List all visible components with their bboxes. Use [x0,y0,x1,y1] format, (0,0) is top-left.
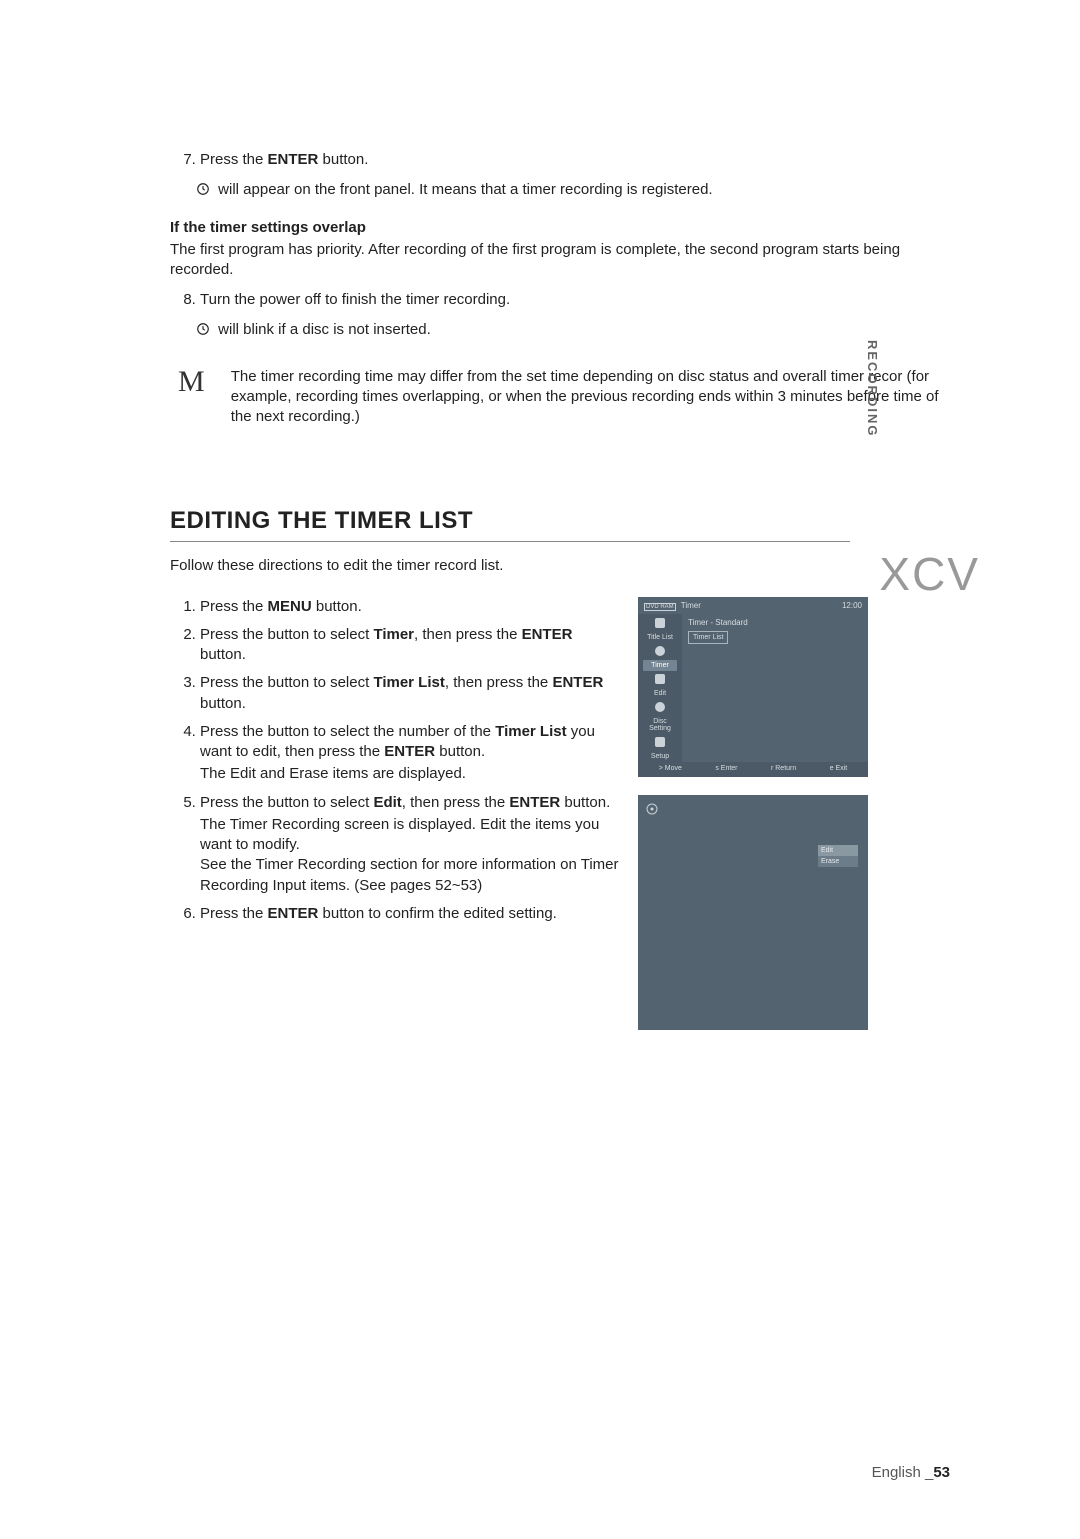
s4: Press the button to select the number of… [200,723,595,760]
step-7: Press the ENTER button. [200,150,950,170]
t: Press the [200,151,268,168]
fig1-footer: > Move s Enter r Return e Exit [638,762,868,777]
figure-edit-erase: Edit Erase [638,795,868,1030]
step-4: Press the button to select the number of… [200,722,620,785]
menu-item-edit: Edit [818,845,858,856]
step-7-text: Press the ENTER button. [200,151,368,168]
two-column-area: XCV Press the MENU button. Press the but… [170,587,950,1030]
s1: Press the MENU button. [200,598,362,615]
step-5: Press the button to select Edit, then pr… [200,793,620,896]
clock-icon [196,322,210,336]
section-rule [170,541,850,542]
side-item: Disc Setting [643,716,677,734]
t: Turn the power off to finish the timer r… [200,291,510,308]
t: Timer [681,601,701,610]
side-item: Title List [643,632,677,643]
figure-timer-menu: DVD RAM Timer 12:00 Title List Timer Edi… [638,597,868,777]
figures-column: DVD RAM Timer 12:00 Title List Timer Edi… [638,597,868,1030]
fig1-body-box: Timer List [688,631,728,644]
t: button. [318,151,368,168]
timer-icon [655,646,665,656]
s5: Press the button to select Edit, then pr… [200,794,610,811]
manual-page: RECORDING Press the ENTER button. will a… [0,0,1080,1090]
clock-icon [196,182,210,196]
page-footer: English _53 [872,1464,950,1481]
side-item: Edit [643,688,677,699]
step-8-sub: will blink if a disc is not inserted. [196,320,950,340]
footer-lang: English _ [872,1464,934,1481]
gear-icon [655,737,665,747]
t: will blink if a disc is not inserted. [214,321,431,338]
t-bold: ENTER [268,151,319,168]
steps-column: Press the MENU button. Press the button … [170,587,620,933]
fig1-clock: 12:00 [842,601,862,610]
section-heading: EDITING THE TIMER LIST [170,507,950,535]
s6: Press the ENTER button to confirm the ed… [200,905,557,922]
title-list-icon [655,618,665,628]
steps-list: Press the MENU button. Press the button … [170,597,620,925]
hint: > Move [659,765,682,772]
fig1-body: Timer - Standard Timer List [682,614,868,762]
edit-icon [655,674,665,684]
s2: Press the button to select Timer, then p… [200,626,572,663]
s4x: The Edit and Erase items are displayed. [200,764,620,784]
callout-note: M The timer recording time may differ fr… [170,367,950,428]
step-1: Press the MENU button. [200,597,620,617]
note-text: The timer recording time may differ from… [231,367,950,428]
step-3: Press the button to select Timer List, t… [200,673,620,714]
s5x: The Timer Recording screen is displayed.… [200,815,620,896]
overlap-heading: If the timer settings overlap [170,219,950,236]
step-list-a: Press the ENTER button. [170,150,950,170]
side-item: Setup [643,751,677,762]
section-intro: Follow these directions to edit the time… [170,556,950,576]
hint: r Return [771,765,796,772]
note-glyph: M [178,367,205,397]
fig1-top-left: DVD RAM Timer [644,601,701,610]
hint: s Enter [715,765,737,772]
s3: Press the button to select Timer List, t… [200,674,603,711]
disc-icon [646,803,658,817]
step-2: Press the button to select Timer, then p… [200,625,620,666]
step-8: Turn the power off to finish the timer r… [200,290,950,310]
hint: e Exit [830,765,848,772]
fig1-sidebar: Title List Timer Edit Disc Setting Setup [638,614,682,762]
step-6: Press the ENTER button to confirm the ed… [200,904,620,924]
fig1-body-label: Timer - Standard [688,618,862,627]
menu-item-erase: Erase [818,856,858,867]
overlap-para: The first program has priority. After re… [170,240,950,281]
footer-page-number: 53 [933,1464,950,1481]
step-list-b: Turn the power off to finish the timer r… [170,290,950,310]
dvd-ram-icon: DVD RAM [644,603,676,611]
side-item: Timer [643,660,677,671]
watermark-text: XCV [879,547,980,601]
disc-icon [655,702,665,712]
fig2-popup-menu: Edit Erase [818,845,858,960]
section-side-tab: RECORDING [865,340,880,437]
t: will appear on the front panel. It means… [214,181,713,198]
step-7-sub: will appear on the front panel. It means… [196,180,950,200]
